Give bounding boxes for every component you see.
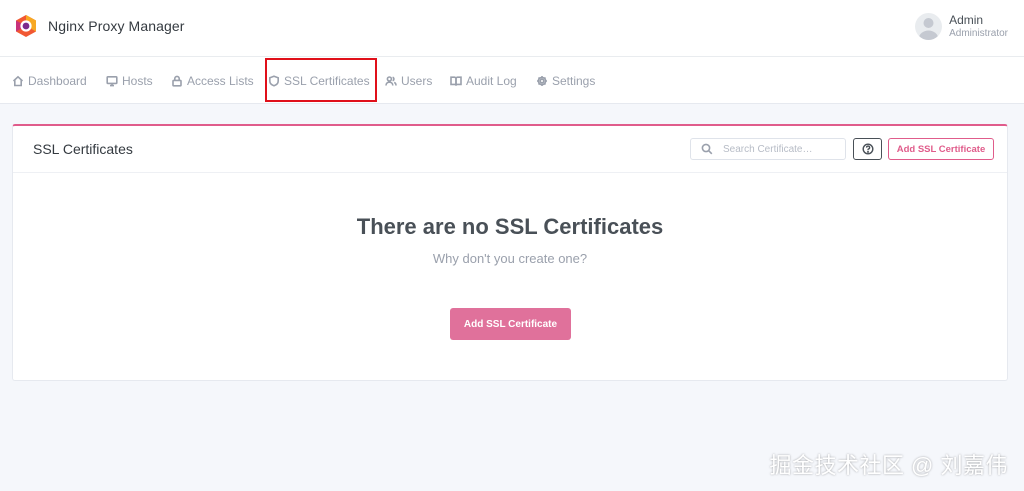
search-box[interactable] xyxy=(690,138,846,160)
help-button[interactable] xyxy=(853,138,882,160)
book-icon xyxy=(450,75,462,86)
help-circle-icon xyxy=(861,143,874,155)
nav-item-hosts[interactable]: Hosts xyxy=(106,57,153,104)
add-ssl-certificate-button[interactable]: Add SSL Certificate xyxy=(450,308,571,340)
nav-item-label: Audit Log xyxy=(466,73,517,88)
lock-icon xyxy=(172,75,182,87)
card-header: SSL Certificates Add SSL Certificate xyxy=(13,126,1007,173)
nav-item-label: Dashboard xyxy=(28,73,87,88)
highlight-annotation-box xyxy=(265,58,377,102)
user-avatar-icon xyxy=(915,13,943,40)
user-info: Admin Administrator xyxy=(949,12,1008,39)
user-name: Admin xyxy=(949,12,984,27)
nav-item-access-lists[interactable]: Access Lists xyxy=(171,57,254,104)
users-icon xyxy=(385,75,397,86)
npm-logo-icon xyxy=(16,15,36,37)
app-name: Nginx Proxy Manager xyxy=(48,18,185,34)
watermark-text: 掘金技术社区 @ 刘嘉伟 xyxy=(769,453,1008,478)
brand[interactable]: Nginx Proxy Manager xyxy=(14,14,185,38)
add-ssl-certificate-header-button[interactable]: Add SSL Certificate xyxy=(888,138,994,160)
nav-item-dashboard[interactable]: Dashboard xyxy=(12,57,87,104)
search-icon xyxy=(701,143,713,155)
nav-item-label: Hosts xyxy=(122,73,153,88)
nav-item-label: Access Lists xyxy=(187,73,254,88)
ssl-certificates-card: SSL Certificates Add SSL Certificate The… xyxy=(12,124,1008,381)
nav-item-settings[interactable]: Settings xyxy=(536,57,595,104)
nav-item-label: Settings xyxy=(552,73,596,88)
user-role: Administrator xyxy=(949,27,1008,39)
search-input[interactable] xyxy=(723,140,843,158)
settings-icon xyxy=(537,75,547,86)
nav-item-users[interactable]: Users xyxy=(385,57,432,104)
main-nav: Dashboard Hosts Access Lists SSL Certifi… xyxy=(0,57,1024,104)
user-menu[interactable]: Admin Administrator xyxy=(915,13,1008,40)
top-header: Nginx Proxy Manager Admin Administrator xyxy=(0,0,1024,57)
nav-item-label: Users xyxy=(401,73,433,88)
empty-state-subtitle: Why don't you create one? xyxy=(432,251,588,266)
home-icon xyxy=(12,75,24,86)
empty-state-title: There are no SSL Certificates xyxy=(356,214,664,239)
monitor-icon xyxy=(106,75,118,86)
card-title: SSL Certificates xyxy=(33,141,133,157)
nav-item-audit-log[interactable]: Audit Log xyxy=(450,57,517,104)
